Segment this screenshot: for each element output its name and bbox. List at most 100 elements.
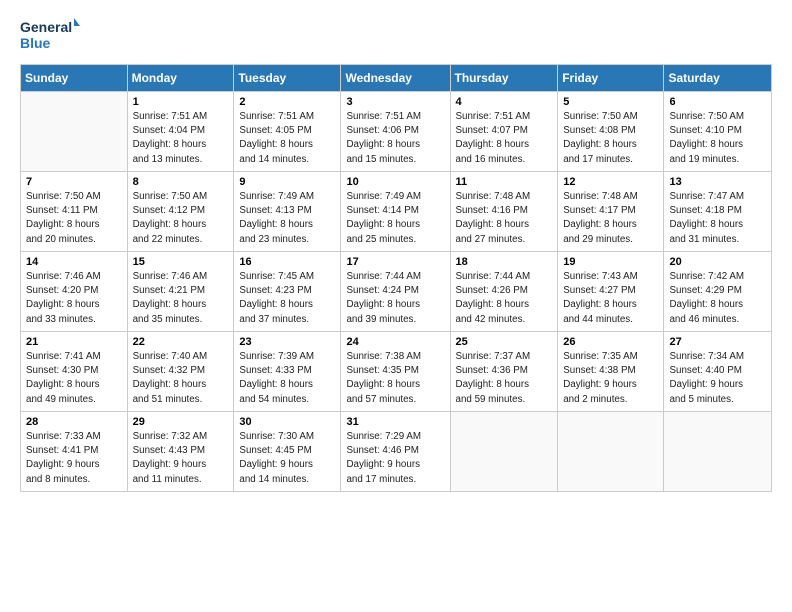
day-number: 25: [456, 336, 553, 348]
day-info: Sunrise: 7:51 AM Sunset: 4:04 PM Dayligh…: [133, 110, 229, 167]
calendar-cell: 4 Sunrise: 7:51 AM Sunset: 4:07 PM Daylig…: [450, 92, 558, 172]
day-number: 9: [239, 176, 335, 188]
day-header-wednesday: Wednesday: [341, 65, 450, 92]
calendar-cell: [21, 92, 128, 172]
calendar-cell: 27Sunrise: 7:34 AM Sunset: 4:40 PM Dayli…: [664, 332, 772, 412]
day-info: Sunrise: 7:50 AM Sunset: 4:08 PM Dayligh…: [563, 110, 658, 167]
week-row-5: 28 Sunrise: 7:33 AM Sunset: 4:41 PM Dayli…: [21, 412, 772, 492]
calendar-cell: 14Sunrise: 7:46 AM Sunset: 4:20 PM Dayli…: [21, 252, 128, 332]
calendar-cell: 12Sunrise: 7:48 AM Sunset: 4:17 PM Dayli…: [558, 172, 664, 252]
calendar-cell: 8 Sunrise: 7:50 AM Sunset: 4:12 PM Daylig…: [127, 172, 234, 252]
calendar-cell: 9 Sunrise: 7:49 AM Sunset: 4:13 PM Daylig…: [234, 172, 341, 252]
day-number: 17: [346, 256, 444, 268]
day-info: Sunrise: 7:47 AM Sunset: 4:18 PM Dayligh…: [669, 190, 766, 247]
day-info: Sunrise: 7:51 AM Sunset: 4:05 PM Dayligh…: [239, 110, 335, 167]
day-info: Sunrise: 7:46 AM Sunset: 4:20 PM Dayligh…: [26, 270, 122, 327]
day-number: 22: [133, 336, 229, 348]
day-info: Sunrise: 7:43 AM Sunset: 4:27 PM Dayligh…: [563, 270, 658, 327]
calendar-cell: 5 Sunrise: 7:50 AM Sunset: 4:08 PM Daylig…: [558, 92, 664, 172]
day-number: 26: [563, 336, 658, 348]
day-info: Sunrise: 7:51 AM Sunset: 4:07 PM Dayligh…: [456, 110, 553, 167]
calendar-cell: 13 Sunrise: 7:47 AM Sunset: 4:18 PM Dayli…: [664, 172, 772, 252]
day-info: Sunrise: 7:34 AM Sunset: 4:40 PM Dayligh…: [669, 350, 766, 407]
day-header-sunday: Sunday: [21, 65, 128, 92]
day-info: Sunrise: 7:39 AM Sunset: 4:33 PM Dayligh…: [239, 350, 335, 407]
calendar-cell: 15 Sunrise: 7:46 AM Sunset: 4:21 PM Dayli…: [127, 252, 234, 332]
calendar-cell: [450, 412, 558, 492]
day-number: 28: [26, 416, 122, 428]
day-number: 19: [563, 256, 658, 268]
week-row-4: 21 Sunrise: 7:41 AM Sunset: 4:30 PM Dayli…: [21, 332, 772, 412]
day-number: 12: [563, 176, 658, 188]
calendar-cell: 11 Sunrise: 7:48 AM Sunset: 4:16 PM Dayli…: [450, 172, 558, 252]
svg-text:Blue: Blue: [20, 35, 51, 51]
day-info: Sunrise: 7:46 AM Sunset: 4:21 PM Dayligh…: [133, 270, 229, 327]
week-row-3: 14Sunrise: 7:46 AM Sunset: 4:20 PM Dayli…: [21, 252, 772, 332]
calendar-cell: 22 Sunrise: 7:40 AM Sunset: 4:32 PM Dayli…: [127, 332, 234, 412]
calendar-cell: 16 Sunrise: 7:45 AM Sunset: 4:23 PM Dayli…: [234, 252, 341, 332]
day-header-saturday: Saturday: [664, 65, 772, 92]
day-number: 2: [239, 96, 335, 108]
page: General Blue SundayMondayTuesdayWednesda…: [0, 0, 792, 502]
day-info: Sunrise: 7:32 AM Sunset: 4:43 PM Dayligh…: [133, 430, 229, 487]
day-info: Sunrise: 7:33 AM Sunset: 4:41 PM Dayligh…: [26, 430, 122, 487]
days-header-row: SundayMondayTuesdayWednesdayThursdayFrid…: [21, 65, 772, 92]
calendar-cell: 6Sunrise: 7:50 AM Sunset: 4:10 PM Daylig…: [664, 92, 772, 172]
day-number: 7: [26, 176, 122, 188]
calendar-cell: 7Sunrise: 7:50 AM Sunset: 4:11 PM Daylig…: [21, 172, 128, 252]
day-number: 29: [133, 416, 229, 428]
day-number: 11: [456, 176, 553, 188]
day-info: Sunrise: 7:45 AM Sunset: 4:23 PM Dayligh…: [239, 270, 335, 327]
calendar-table: SundayMondayTuesdayWednesdayThursdayFrid…: [20, 64, 772, 492]
day-info: Sunrise: 7:44 AM Sunset: 4:24 PM Dayligh…: [346, 270, 444, 327]
calendar-cell: 18 Sunrise: 7:44 AM Sunset: 4:26 PM Dayli…: [450, 252, 558, 332]
day-info: Sunrise: 7:35 AM Sunset: 4:38 PM Dayligh…: [563, 350, 658, 407]
calendar-cell: 31 Sunrise: 7:29 AM Sunset: 4:46 PM Dayli…: [341, 412, 450, 492]
calendar-cell: 2 Sunrise: 7:51 AM Sunset: 4:05 PM Daylig…: [234, 92, 341, 172]
day-number: 15: [133, 256, 229, 268]
day-header-monday: Monday: [127, 65, 234, 92]
day-info: Sunrise: 7:49 AM Sunset: 4:14 PM Dayligh…: [346, 190, 444, 247]
day-number: 6: [669, 96, 766, 108]
calendar-cell: 28 Sunrise: 7:33 AM Sunset: 4:41 PM Dayli…: [21, 412, 128, 492]
day-number: 13: [669, 176, 766, 188]
day-number: 20: [669, 256, 766, 268]
day-info: Sunrise: 7:29 AM Sunset: 4:46 PM Dayligh…: [346, 430, 444, 487]
calendar-cell: 26 Sunrise: 7:35 AM Sunset: 4:38 PM Dayli…: [558, 332, 664, 412]
day-info: Sunrise: 7:50 AM Sunset: 4:12 PM Dayligh…: [133, 190, 229, 247]
week-row-1: 1Sunrise: 7:51 AM Sunset: 4:04 PM Daylig…: [21, 92, 772, 172]
calendar-cell: 3 Sunrise: 7:51 AM Sunset: 4:06 PM Daylig…: [341, 92, 450, 172]
generalblue-logo: General Blue: [20, 16, 80, 54]
header: General Blue: [20, 16, 772, 54]
svg-text:General: General: [20, 19, 72, 35]
calendar-cell: 10Sunrise: 7:49 AM Sunset: 4:14 PM Dayli…: [341, 172, 450, 252]
day-number: 8: [133, 176, 229, 188]
day-info: Sunrise: 7:48 AM Sunset: 4:16 PM Dayligh…: [456, 190, 553, 247]
day-number: 16: [239, 256, 335, 268]
calendar-cell: 21 Sunrise: 7:41 AM Sunset: 4:30 PM Dayli…: [21, 332, 128, 412]
day-info: Sunrise: 7:44 AM Sunset: 4:26 PM Dayligh…: [456, 270, 553, 327]
logo: General Blue: [20, 16, 80, 54]
calendar-cell: 1Sunrise: 7:51 AM Sunset: 4:04 PM Daylig…: [127, 92, 234, 172]
day-info: Sunrise: 7:38 AM Sunset: 4:35 PM Dayligh…: [346, 350, 444, 407]
day-info: Sunrise: 7:40 AM Sunset: 4:32 PM Dayligh…: [133, 350, 229, 407]
day-info: Sunrise: 7:41 AM Sunset: 4:30 PM Dayligh…: [26, 350, 122, 407]
calendar-cell: 25 Sunrise: 7:37 AM Sunset: 4:36 PM Dayli…: [450, 332, 558, 412]
day-info: Sunrise: 7:37 AM Sunset: 4:36 PM Dayligh…: [456, 350, 553, 407]
day-number: 5: [563, 96, 658, 108]
day-number: 3: [346, 96, 444, 108]
day-header-friday: Friday: [558, 65, 664, 92]
day-info: Sunrise: 7:42 AM Sunset: 4:29 PM Dayligh…: [669, 270, 766, 327]
day-info: Sunrise: 7:51 AM Sunset: 4:06 PM Dayligh…: [346, 110, 444, 167]
day-info: Sunrise: 7:49 AM Sunset: 4:13 PM Dayligh…: [239, 190, 335, 247]
day-info: Sunrise: 7:30 AM Sunset: 4:45 PM Dayligh…: [239, 430, 335, 487]
day-number: 21: [26, 336, 122, 348]
day-number: 18: [456, 256, 553, 268]
calendar-cell: [558, 412, 664, 492]
day-number: 31: [346, 416, 444, 428]
day-header-tuesday: Tuesday: [234, 65, 341, 92]
calendar-cell: [664, 412, 772, 492]
day-number: 4: [456, 96, 553, 108]
day-number: 23: [239, 336, 335, 348]
calendar-cell: 29 Sunrise: 7:32 AM Sunset: 4:43 PM Dayli…: [127, 412, 234, 492]
